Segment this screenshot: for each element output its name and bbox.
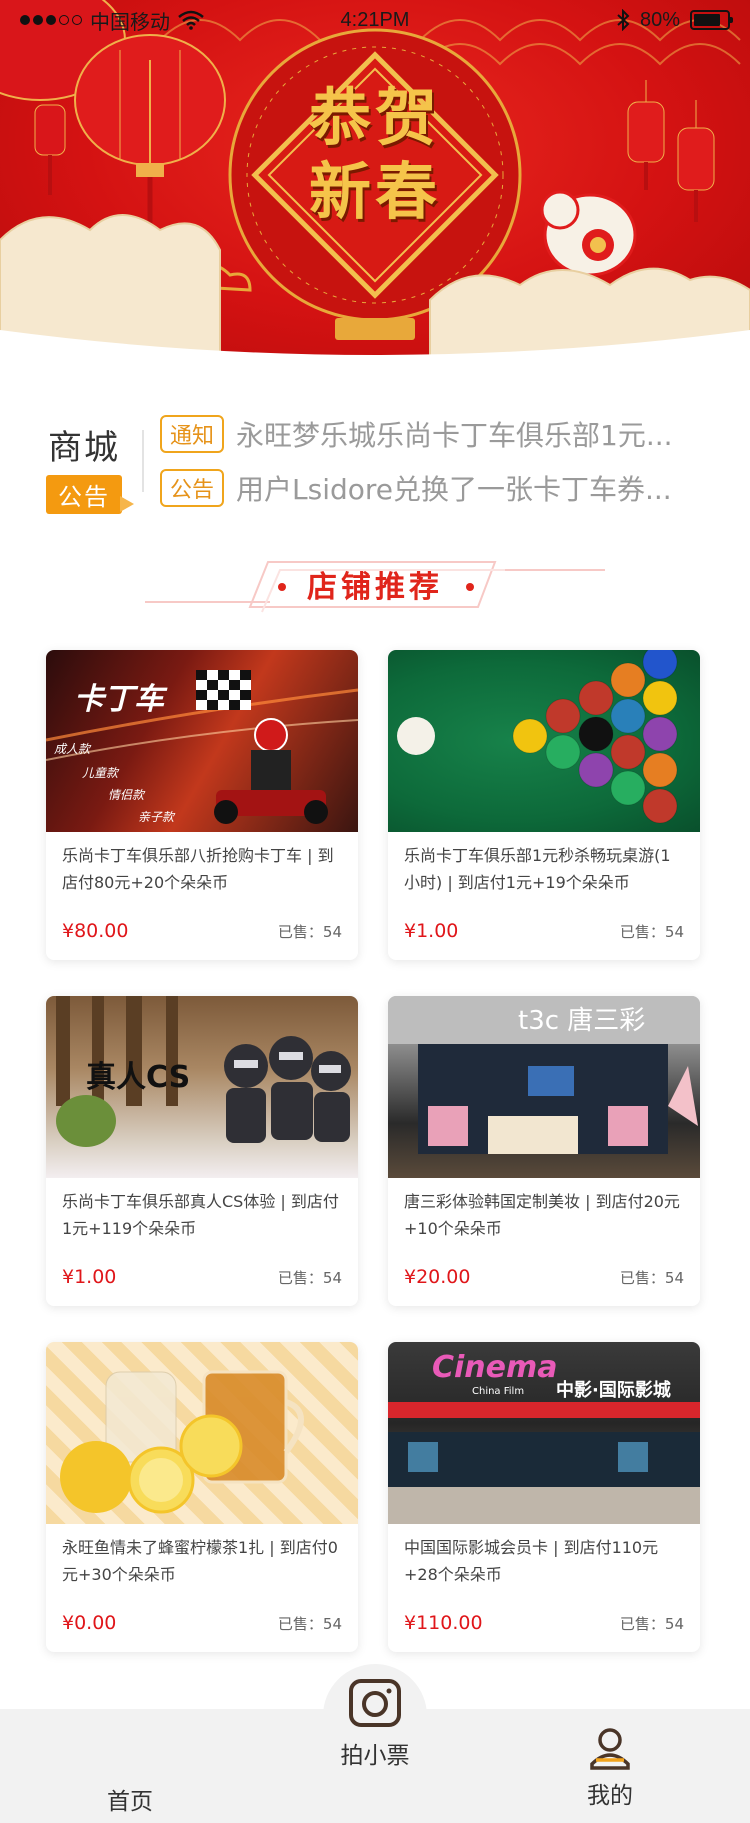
notice-tag: 通知 [160,415,225,453]
product-title: 乐尚卡丁车俱乐部真人CS体验 | 到店付1元+119个朵朵币 [62,1192,339,1238]
tab-home[interactable]: 首页 [90,1782,170,1816]
product-title: 永旺鱼情未了蜂蜜柠檬茶1扎 | 到店付0元+30个朵朵币 [62,1538,338,1584]
notice-item[interactable]: 通知 永旺梦乐城乐尚卡丁车俱乐部1元... [160,414,720,454]
product-card[interactable]: 卡丁车 成人款 儿童款 情侣款 亲子款 乐尚卡丁车俱乐部八折抢购卡丁车 | 到店… [46,650,358,960]
product-price: ¥0.00 [62,1612,117,1634]
image-caption-main: 卡丁车 [74,682,164,717]
product-title: 乐尚卡丁车俱乐部1元秒杀畅玩桌游(1小时) | 到店付1元+19个朵朵币 [404,846,671,892]
tab-label: 拍小票 [340,1743,410,1769]
notice-text: 用户Lsidore兑换了一张卡丁车券... [236,473,672,506]
notice-text: 永旺梦乐城乐尚卡丁车俱乐部1元... [236,419,673,452]
image-caption-main: Cinema [432,1350,558,1385]
billiards-image [388,650,700,832]
greeting-line-1: 恭贺 [308,81,441,154]
brand-top-label: 商城 [48,428,120,468]
carrier-name: 中国移动 [90,11,170,34]
lemon-tea-image [46,1342,358,1524]
rat-figure [540,190,637,277]
divider [142,430,144,492]
product-card[interactable]: 真人CS 乐尚卡丁车俱乐部真人CS体验 | 到店付1元+119个朵朵币 ¥1.0… [46,996,358,1306]
product-price: ¥1.00 [404,920,459,942]
tab-mine[interactable]: 我的 [570,1726,650,1810]
status-bar: 中国移动 4:21PM 80% [0,0,750,40]
cinema-image: Cinema China Film 中影·国际影城 [388,1342,700,1524]
sold-count: 已售：54 [277,1268,342,1287]
battery-icon [690,10,733,30]
product-title: 乐尚卡丁车俱乐部八折抢购卡丁车 | 到店付80元+20个朵朵币 [62,846,334,892]
camera-icon [349,1679,401,1727]
image-caption: 成人款 [54,742,91,756]
product-card[interactable]: Cinema China Film 中影·国际影城 中国国际影城会员卡 | 到店… [388,1342,700,1652]
brand-bottom-label: 公告 [46,475,134,514]
new-year-banner[interactable]: 恭贺 新春 中国移动 4:21PM 80% [0,0,750,358]
user-profile-icon [590,1728,630,1770]
image-caption-main: t3c 唐三彩 [518,1006,646,1036]
sold-count: 已售：54 [619,1614,684,1633]
greeting-line-2: 新春 [308,155,441,228]
battery-percent: 80% [639,8,680,31]
product-card[interactable]: t3c 唐三彩 唐三彩体验韩国定制美妆 | 到店付20元+10个朵朵币 ¥20.… [388,996,700,1306]
image-caption: 亲子款 [138,810,175,824]
image-caption: 儿童款 [82,766,119,780]
product-price: ¥110.00 [404,1612,483,1634]
greeting-medallion: 恭贺 新春 [260,40,490,270]
product-card[interactable]: 永旺鱼情未了蜂蜜柠檬茶1扎 | 到店付0元+30个朵朵币 ¥0.00 已售：54 [46,1342,358,1652]
tab-label: 首页 [107,1789,153,1815]
signal-strength-icon [20,15,82,25]
section-header: 店铺推荐 [0,552,750,622]
kart-racing-image: 卡丁车 成人款 儿童款 情侣款 亲子款 [46,650,358,832]
notice-tag: 公告 [160,469,225,507]
real-cs-image: 真人CS [46,996,358,1178]
section-title: 店铺推荐 [307,570,443,605]
sold-count: 已售：54 [619,1268,684,1287]
image-caption: 中影·国际影城 [556,1380,671,1401]
product-title: 中国国际影城会员卡 | 到店付110元+28个朵朵币 [404,1538,659,1584]
mall-notice-logo: 商城 公告 [38,420,134,514]
sold-count: 已售：54 [277,1614,342,1633]
lantern-right [627,80,715,222]
wifi-icon [178,10,204,30]
product-price: ¥1.00 [62,1266,117,1288]
tangsancai-store-image: t3c 唐三彩 [388,996,700,1178]
image-caption: China Film [472,1386,525,1397]
tab-scan-receipt[interactable]: 拍小票 [325,1678,425,1770]
image-caption-main: 真人CS [86,1060,191,1095]
tab-label: 我的 [587,1783,633,1809]
product-price: ¥80.00 [62,920,129,942]
image-caption: 情侣款 [108,788,145,802]
announcement-bar[interactable]: 商城 公告 通知 永旺梦乐城乐尚卡丁车俱乐部1元... 公告 用户Lsidore… [0,400,750,520]
bluetooth-icon [617,9,630,31]
notice-item[interactable]: 公告 用户Lsidore兑换了一张卡丁车券... [160,468,720,508]
sold-count: 已售：54 [619,922,684,941]
product-price: ¥20.00 [404,1266,471,1288]
product-title: 唐三彩体验韩国定制美妆 | 到店付20元+10个朵朵币 [404,1192,680,1238]
sold-count: 已售：54 [277,922,342,941]
product-card[interactable]: 乐尚卡丁车俱乐部1元秒杀畅玩桌游(1小时) | 到店付1元+19个朵朵币 ¥1.… [388,650,700,960]
